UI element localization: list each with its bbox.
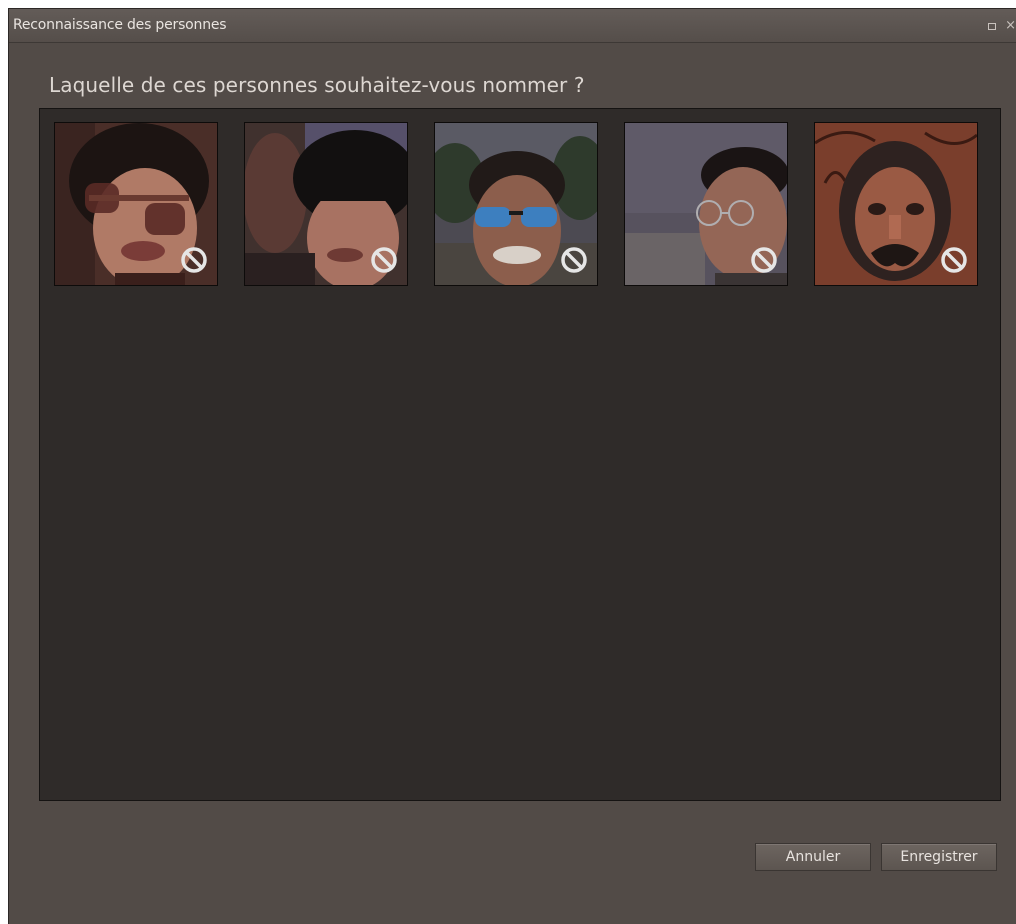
faces-panel <box>39 108 1001 801</box>
cancel-button[interactable]: Annuler <box>755 843 871 871</box>
restore-icon[interactable] <box>988 23 996 30</box>
face-thumbnail[interactable] <box>434 122 598 286</box>
window-title: Reconnaissance des personnes <box>13 17 227 33</box>
people-recognition-dialog: Reconnaissance des personnes × Laquelle … <box>8 8 1016 924</box>
title-bar[interactable]: Reconnaissance des personnes × <box>9 9 1016 43</box>
ignore-circle-icon[interactable] <box>939 245 969 275</box>
face-thumbnail[interactable] <box>814 122 978 286</box>
save-button[interactable]: Enregistrer <box>881 843 997 871</box>
ignore-circle-icon[interactable] <box>369 245 399 275</box>
ignore-circle-icon[interactable] <box>179 245 209 275</box>
ignore-circle-icon[interactable] <box>559 245 589 275</box>
close-icon[interactable]: × <box>1005 18 1016 33</box>
face-thumbnail[interactable] <box>244 122 408 286</box>
question-heading: Laquelle de ces personnes souhaitez-vous… <box>49 73 585 97</box>
face-thumbnail[interactable] <box>624 122 788 286</box>
face-thumbnail[interactable] <box>54 122 218 286</box>
ignore-circle-icon[interactable] <box>749 245 779 275</box>
